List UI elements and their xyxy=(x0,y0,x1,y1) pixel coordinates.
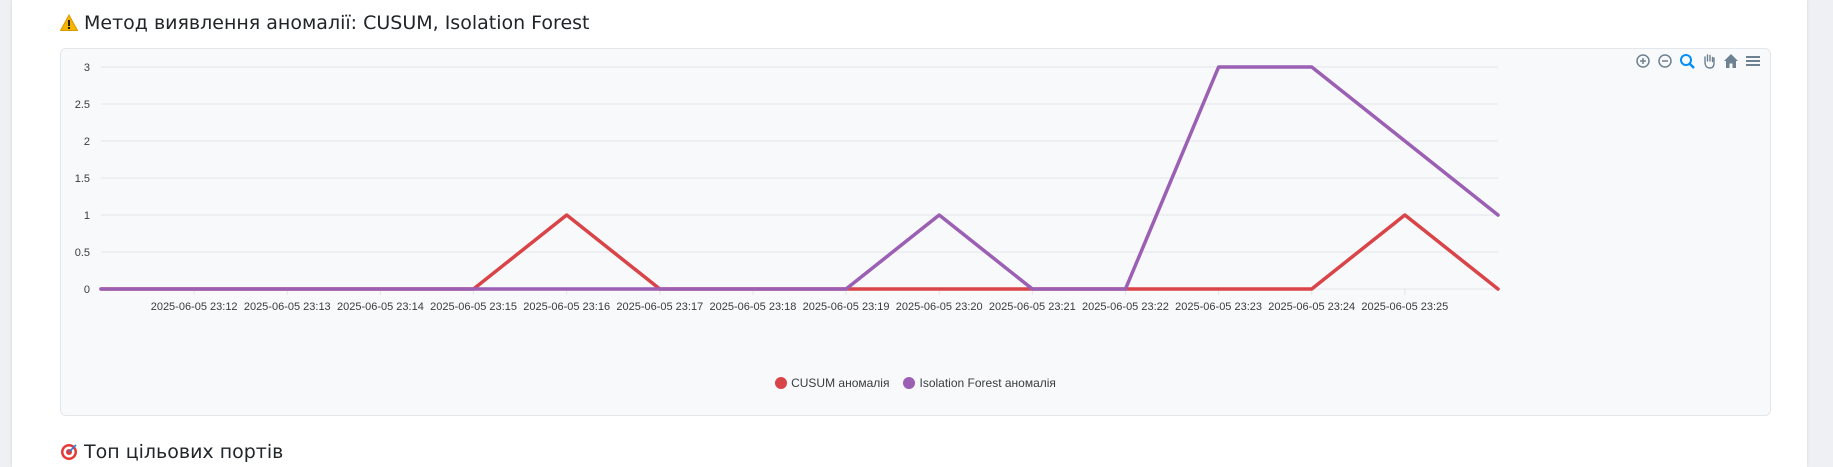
dashboard-panel: Метод виявлення аномалії: CUSUM, Isolati… xyxy=(12,0,1807,467)
x-tick-label: 2025-06-05 23:23 xyxy=(1175,301,1262,313)
x-tick-label: 2025-06-05 23:16 xyxy=(523,301,610,313)
x-tick-label: 2025-06-05 23:15 xyxy=(430,301,517,313)
y-tick-label: 2.5 xyxy=(75,99,90,111)
y-tick-label: 2 xyxy=(84,136,90,148)
y-tick-label: 1.5 xyxy=(75,173,90,185)
x-tick-label: 2025-06-05 23:17 xyxy=(616,301,703,313)
y-tick-label: 1 xyxy=(84,210,90,222)
anomaly-method-heading: Метод виявлення аномалії: CUSUM, Isolati… xyxy=(60,12,590,34)
chart-plot-area: 0 0.5 1 1.5 2 2.5 3 2025-06-05 23:12 2025-06-05 … xyxy=(75,62,1500,313)
x-tick-label: 2025-06-05 23:21 xyxy=(989,301,1076,313)
x-tick-label: 2025-06-05 23:13 xyxy=(244,301,331,313)
top-ports-heading: Топ цільових портів xyxy=(60,441,283,463)
x-tick-label: 2025-06-05 23:12 xyxy=(151,301,238,313)
legend-marker xyxy=(775,377,788,389)
anomaly-chart: 0 0.5 1 1.5 2 2.5 3 2025-06-05 23:12 2025-06-05 … xyxy=(60,48,1771,416)
top-ports-title: Топ цільових портів xyxy=(84,441,284,463)
x-tick-label: 2025-06-05 23:20 xyxy=(896,301,983,313)
x-tick-label: 2025-06-05 23:14 xyxy=(337,301,424,313)
legend-item[interactable]: Isolation Forest аномалія xyxy=(903,376,1056,390)
x-tick-label: 2025-06-05 23:22 xyxy=(1082,301,1169,313)
warning-icon xyxy=(60,14,78,31)
y-tick-label: 0 xyxy=(84,284,90,296)
legend-label: Isolation Forest аномалія xyxy=(919,376,1056,390)
x-tick-label: 2025-06-05 23:19 xyxy=(803,301,890,313)
x-tick-label: 2025-06-05 23:18 xyxy=(710,301,797,313)
legend-label: CUSUM аномалія xyxy=(791,376,890,390)
chart-legend: CUSUM аномалія Isolation Forest аномалія xyxy=(61,376,1770,390)
y-tick-label: 0.5 xyxy=(75,247,90,259)
legend-item[interactable]: CUSUM аномалія xyxy=(775,376,889,390)
y-tick-label: 3 xyxy=(84,62,90,74)
target-icon xyxy=(61,444,77,460)
x-tick-label: 2025-06-05 23:24 xyxy=(1268,301,1355,313)
anomaly-method-title: Метод виявлення аномалії: CUSUM, Isolati… xyxy=(84,12,590,34)
legend-marker xyxy=(903,377,916,389)
x-tick-label: 2025-06-05 23:25 xyxy=(1361,301,1448,313)
